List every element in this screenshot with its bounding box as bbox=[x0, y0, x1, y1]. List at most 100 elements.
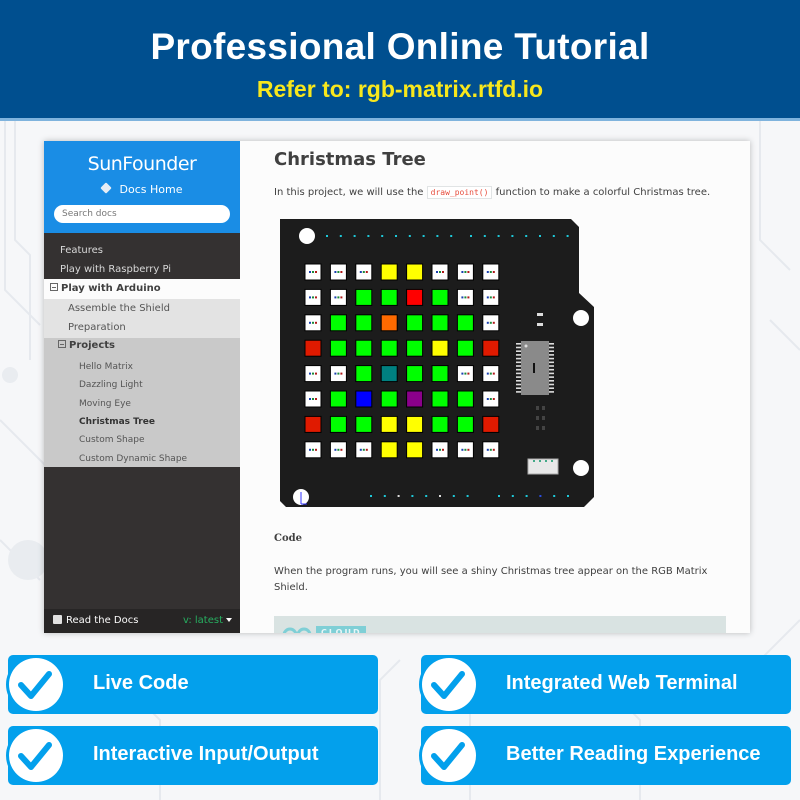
led-die bbox=[489, 398, 492, 400]
led-pixel bbox=[329, 314, 347, 332]
sidebar-item-moving-eye[interactable]: Moving Eye bbox=[79, 399, 131, 409]
chip-pin bbox=[549, 350, 554, 352]
header-pin bbox=[553, 495, 556, 497]
rgb-matrix-board bbox=[280, 219, 594, 507]
sidebar-item-label: Projects bbox=[69, 340, 116, 351]
led-die bbox=[489, 296, 492, 299]
led-pixel bbox=[304, 339, 322, 357]
led-pixel bbox=[431, 314, 449, 332]
chip-pin bbox=[549, 361, 554, 364]
led-pixel bbox=[456, 339, 474, 357]
check-icon-wrap bbox=[6, 655, 66, 714]
led-die bbox=[492, 271, 495, 273]
led-die bbox=[492, 448, 495, 451]
inline-code: draw_point() bbox=[426, 186, 493, 199]
jumper bbox=[537, 313, 543, 316]
sidebar-item-features[interactable]: Features bbox=[44, 241, 240, 260]
collapse-icon[interactable] bbox=[58, 340, 66, 348]
connector bbox=[527, 458, 559, 475]
sidebar-item-projects[interactable]: Projects bbox=[58, 340, 115, 351]
chip-pin bbox=[516, 354, 521, 356]
sidebar-item-dazzling-light[interactable]: Dazzling Light bbox=[79, 380, 143, 390]
chip-pin bbox=[549, 380, 554, 382]
led-die bbox=[315, 372, 317, 375]
search-input[interactable] bbox=[54, 205, 230, 223]
led-pixel bbox=[431, 415, 449, 433]
led-die bbox=[337, 448, 340, 451]
led-die bbox=[315, 296, 317, 299]
led-pixel bbox=[304, 415, 322, 433]
header-pin bbox=[470, 235, 472, 237]
led-die bbox=[334, 372, 337, 375]
led-die bbox=[309, 271, 311, 273]
sidebar-item-christmas-tree[interactable]: Christmas Tree bbox=[79, 417, 155, 427]
led-die bbox=[312, 296, 314, 299]
sidebar-header: SunFounder Docs Home bbox=[44, 141, 240, 233]
led-pixel bbox=[406, 365, 424, 383]
led-die bbox=[467, 271, 470, 273]
docs-home-label: Docs Home bbox=[119, 183, 183, 196]
feature-live-code: Live Code bbox=[6, 655, 378, 714]
led-die bbox=[340, 271, 343, 273]
led-pixel bbox=[380, 441, 398, 459]
check-icon bbox=[431, 742, 465, 770]
chip-pin bbox=[549, 372, 554, 375]
led-die bbox=[312, 448, 314, 451]
sidebar-item-arduino[interactable]: Play with Arduino bbox=[44, 279, 240, 299]
led-die bbox=[312, 271, 314, 273]
header-pin bbox=[525, 495, 528, 497]
sidebar-item-assemble[interactable]: Assemble the Shield bbox=[44, 299, 240, 318]
led-die bbox=[492, 398, 495, 400]
led-die bbox=[340, 448, 343, 451]
jumper bbox=[537, 323, 543, 326]
led-die bbox=[359, 271, 362, 273]
sidebar-item-custom-dynamic-shape[interactable]: Custom Dynamic Shape bbox=[79, 454, 187, 464]
led-die bbox=[486, 321, 489, 324]
led-pixel bbox=[380, 365, 398, 383]
brand-logo[interactable]: SunFounder bbox=[44, 153, 240, 175]
header-pin bbox=[381, 235, 384, 237]
feature-label: Integrated Web Terminal bbox=[506, 672, 738, 694]
sidebar-item-raspberry-pi[interactable]: Play with Raspberry Pi bbox=[44, 260, 240, 279]
led-die bbox=[315, 321, 317, 324]
led-pixel bbox=[329, 390, 347, 408]
led-die bbox=[362, 448, 365, 451]
led-die bbox=[467, 372, 470, 375]
led-die bbox=[467, 296, 470, 299]
led-pixel bbox=[355, 415, 373, 433]
led-die bbox=[315, 398, 317, 400]
led-die bbox=[309, 398, 311, 400]
sidebar-item-preparation[interactable]: Preparation bbox=[44, 318, 240, 338]
led-die bbox=[486, 398, 489, 400]
header-pin bbox=[511, 235, 514, 237]
header-pin bbox=[370, 495, 372, 497]
led-pixel bbox=[329, 339, 347, 357]
header-pin bbox=[552, 235, 555, 237]
header-pin bbox=[411, 495, 414, 497]
book-icon bbox=[53, 615, 62, 624]
led-die bbox=[309, 448, 311, 451]
led-die bbox=[492, 321, 495, 324]
rtd-footer[interactable]: Read the Docs v: latest bbox=[44, 609, 240, 633]
header-pin bbox=[367, 235, 370, 237]
led-die bbox=[309, 321, 311, 324]
sidebar-item-hello-matrix[interactable]: Hello Matrix bbox=[79, 362, 133, 372]
feature-web-terminal: Integrated Web Terminal bbox=[419, 655, 791, 714]
led-die bbox=[486, 372, 489, 375]
led-die bbox=[315, 271, 317, 273]
feature-label: Better Reading Experience bbox=[506, 743, 761, 765]
feature-label: Live Code bbox=[93, 672, 189, 694]
docs-home-link[interactable]: Docs Home bbox=[44, 182, 240, 196]
collapse-icon[interactable] bbox=[50, 283, 58, 291]
led-pixel bbox=[406, 288, 424, 306]
led-die bbox=[461, 372, 464, 375]
code-editor-embed[interactable]: CLOUD bbox=[274, 616, 726, 633]
led-die bbox=[334, 448, 337, 451]
version-selector[interactable]: v: latest bbox=[183, 609, 232, 633]
sidebar-item-custom-shape[interactable]: Custom Shape bbox=[79, 435, 145, 445]
arduino-logo-icon bbox=[282, 627, 312, 633]
chip-pin bbox=[549, 383, 554, 386]
chip-pin bbox=[549, 343, 554, 345]
chip-pin bbox=[516, 376, 521, 378]
led-die bbox=[461, 448, 464, 451]
